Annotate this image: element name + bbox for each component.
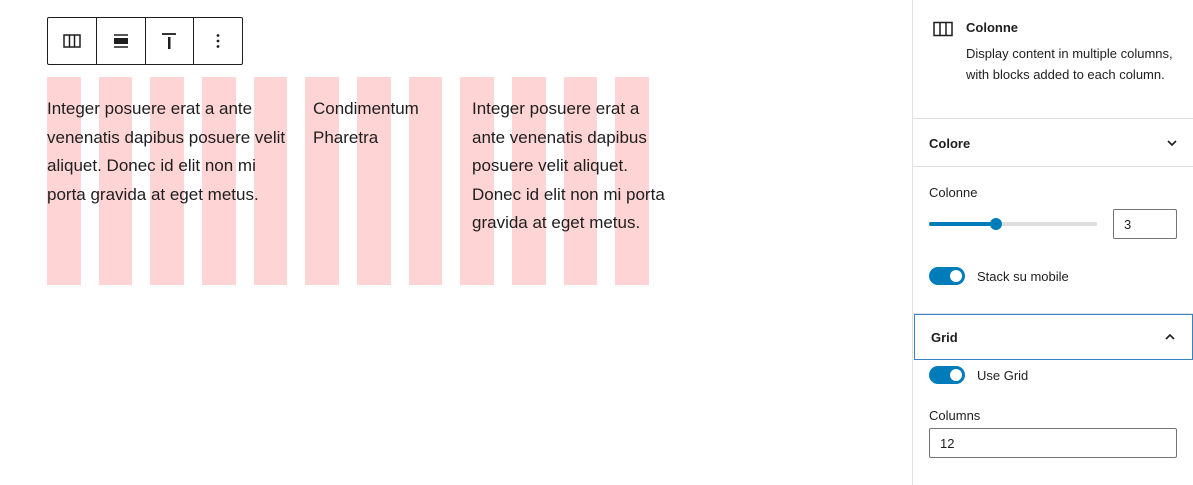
grid-columns-input[interactable]: 12: [929, 428, 1177, 458]
stack-on-mobile-label: Stack su mobile: [977, 269, 1069, 284]
editor-canvas: Integer posuere erat a ante venenatis da…: [0, 0, 912, 485]
vertical-align-button[interactable]: [146, 18, 195, 64]
block-type-button[interactable]: [48, 18, 97, 64]
grid-panel-toggle[interactable]: Grid: [914, 314, 1193, 360]
block-toolbar: [47, 17, 243, 65]
column-text: Condimentum Pharetra: [313, 99, 419, 147]
input-value: 12: [940, 435, 955, 451]
vertical-align-top-icon: [162, 33, 177, 49]
columns-slider[interactable]: [929, 218, 1097, 230]
panel-title: Grid: [931, 329, 958, 345]
block-description: Display content in multiple columns, wit…: [966, 46, 1173, 82]
divider: [913, 166, 1193, 167]
more-options-button[interactable]: [194, 18, 242, 64]
columns-number-input[interactable]: 3: [1113, 209, 1177, 239]
slider-fill: [929, 222, 997, 226]
use-grid-toggle[interactable]: [929, 366, 965, 384]
columns-label: Colonne: [929, 185, 978, 200]
slider-thumb[interactable]: [990, 218, 1003, 230]
chevron-down-icon: [1167, 140, 1177, 147]
more-options-icon: [216, 34, 220, 48]
column-1[interactable]: Integer posuere erat a ante venenatis da…: [47, 95, 292, 209]
color-panel-toggle[interactable]: Colore: [913, 119, 1193, 167]
use-grid-label: Use Grid: [977, 368, 1029, 383]
panel-title: Colore: [929, 135, 971, 151]
settings-sidebar: Colonne Display content in multiple colu…: [912, 0, 1193, 485]
column-2[interactable]: Condimentum Pharetra: [313, 95, 453, 152]
chevron-up-icon: [1165, 333, 1175, 340]
toggle-knob: [950, 369, 962, 381]
columns-icon: [933, 21, 953, 37]
column-text: Integer posuere erat a ante venenatis da…: [47, 99, 286, 204]
align-icon: [113, 34, 128, 48]
toggle-knob: [950, 270, 962, 282]
block-title: Colonne: [966, 20, 1018, 35]
input-value: 3: [1124, 216, 1132, 232]
columns-icon: [63, 34, 81, 48]
stack-on-mobile-toggle[interactable]: [929, 267, 965, 285]
align-button[interactable]: [97, 18, 146, 64]
column-text: Integer posuere erat a ante venenatis da…: [472, 99, 665, 233]
grid-columns-label: Columns: [929, 408, 981, 423]
column-3[interactable]: Integer posuere erat a ante venenatis da…: [472, 95, 667, 238]
